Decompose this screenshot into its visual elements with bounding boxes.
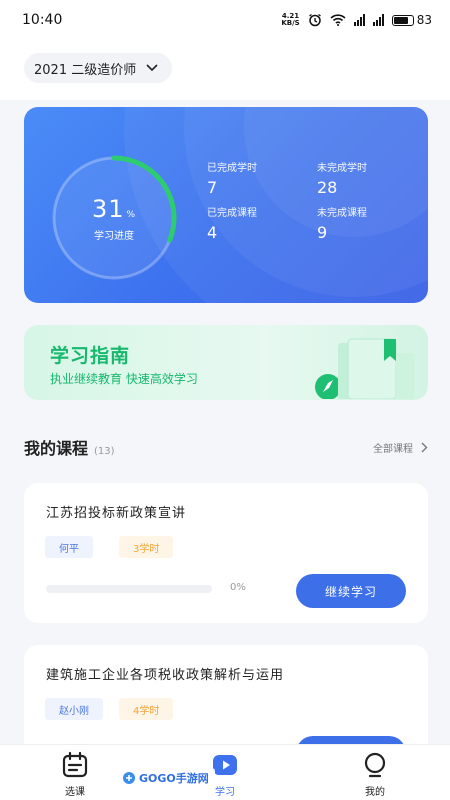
calendar-icon <box>62 751 88 778</box>
stat-remaining-courses: 未完成课程 9 <box>317 204 367 242</box>
progress-percent-value: 31 <box>91 194 125 223</box>
user-icon <box>364 752 386 778</box>
stat-value: 7 <box>207 178 218 197</box>
bottom-tab-bar: 选课 学习 我的 <box>0 744 450 800</box>
net-speed-unit: KB/S <box>281 19 300 27</box>
progress-label: 学习进度 <box>94 230 134 242</box>
play-icon <box>213 755 237 775</box>
stat-remaining-hours: 未完成学时 28 <box>317 159 367 197</box>
teacher-tag: 何平 <box>45 536 93 558</box>
book-bookmark-icon <box>315 338 414 399</box>
stat-label: 未完成学时 <box>317 163 367 174</box>
tab-mine[interactable]: 我的 <box>345 751 405 798</box>
chevron-down-icon <box>146 64 158 72</box>
hours-tag: 4学时 <box>119 698 174 720</box>
header: 2021 二级造价师 <box>0 40 450 100</box>
exam-selector[interactable]: 2021 二级造价师 <box>24 53 173 83</box>
tab-label: 选课 <box>65 787 85 798</box>
watermark-text: GOGO手游网 <box>139 772 209 785</box>
progress-percent-sign: % <box>126 209 137 220</box>
watermark-icon <box>123 772 135 784</box>
teacher-tag: 赵小刚 <box>45 698 103 720</box>
watermark-logo: GOGO手游网 <box>116 768 215 788</box>
course-progress-percent: 0% <box>230 582 246 593</box>
learning-progress-card: 31% 学习进度 已完成学时 7 未完成学时 28 已完成课程 4 未完成课程 … <box>24 107 428 303</box>
status-icons: 4.21 KB/S 83 <box>281 13 432 28</box>
stat-label: 已完成学时 <box>207 163 257 174</box>
continue-learning-button[interactable]: 继续学习 <box>296 574 406 608</box>
guide-subtitle: 执业继续教育 快速高效学习 <box>50 372 198 386</box>
all-courses-label: 全部课程 <box>373 443 413 455</box>
signal-icon-2 <box>372 14 384 26</box>
course-card[interactable]: 江苏招投标新政策宣讲 何平 3学时 0% 继续学习 <box>24 483 428 623</box>
section-title: 我的课程 (13) <box>24 435 115 459</box>
signal-icon-1 <box>353 14 365 26</box>
status-time: 10:40 <box>22 12 63 28</box>
progress-percent: 31% <box>92 195 136 223</box>
my-courses-header: 我的课程 (13) 全部课程 <box>24 436 428 458</box>
tab-label: 我的 <box>365 787 385 798</box>
hours-tag: 3学时 <box>119 536 174 558</box>
stat-value: 28 <box>317 178 338 197</box>
tab-course-select[interactable]: 选课 <box>45 751 105 798</box>
stat-label: 未完成课程 <box>317 208 367 219</box>
alarm-icon <box>308 13 321 27</box>
stat-completed-hours: 已完成学时 7 <box>207 159 257 197</box>
net-speed: 4.21 KB/S <box>281 13 299 27</box>
battery-icon: 83 <box>391 13 432 27</box>
stat-value: 4 <box>207 223 218 242</box>
exam-selector-label: 2021 二级造价师 <box>34 62 137 78</box>
wifi-icon <box>330 14 346 26</box>
battery-level: 83 <box>416 13 432 27</box>
study-guide-banner[interactable]: 学习指南 执业继续教育 快速高效学习 <box>24 325 428 400</box>
guide-title: 学习指南 <box>50 345 131 367</box>
all-courses-link[interactable]: 全部课程 <box>373 440 428 455</box>
course-progress-bar <box>46 585 212 593</box>
progress-ring: 31% 学习进度 <box>46 150 182 286</box>
stat-value: 9 <box>317 223 328 242</box>
my-courses-title: 我的课程 <box>24 439 89 458</box>
stat-label: 已完成课程 <box>207 208 257 219</box>
chevron-right-icon <box>421 442 428 452</box>
stat-completed-courses: 已完成课程 4 <box>207 204 257 242</box>
course-count: (13) <box>94 446 115 457</box>
status-bar: 10:40 4.21 KB/S 83 <box>0 0 450 40</box>
tab-label: 学习 <box>215 787 235 798</box>
course-title: 江苏招投标新政策宣讲 <box>46 506 187 521</box>
course-title: 建筑施工企业各项税收政策解析与运用 <box>46 668 285 683</box>
